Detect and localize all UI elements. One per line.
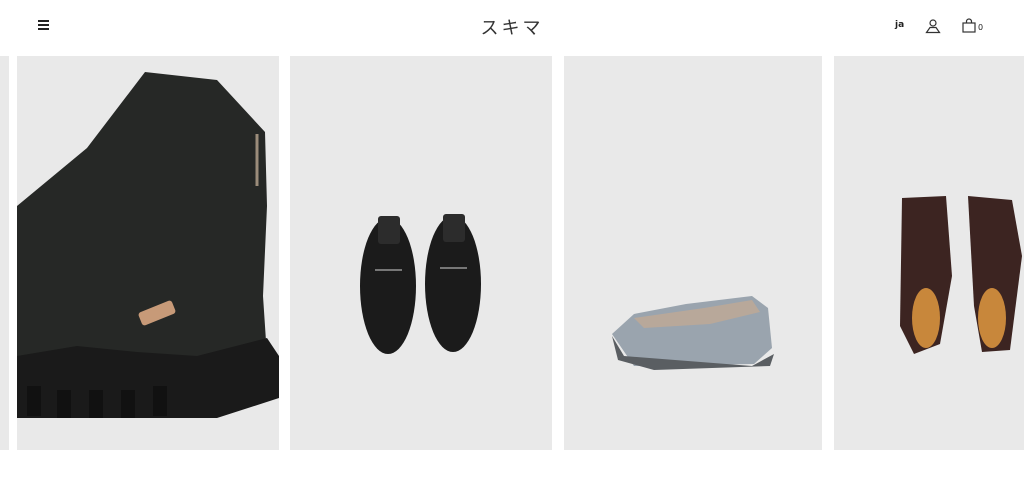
product-tile-boot[interactable] [17,56,279,450]
product-tile-sneaker[interactable] [564,56,822,450]
product-gallery [0,56,1024,450]
site-header: スキマ ja 0 [0,0,1024,56]
site-logo: スキマ [0,14,1024,40]
shopping-bag-icon[interactable] [961,18,977,38]
language-selector[interactable]: ja [895,20,904,30]
boot-image [17,72,279,418]
loafer-image [360,214,481,354]
sneaker-image [612,296,774,370]
user-icon[interactable] [925,18,941,38]
oxford-image [900,196,1022,354]
product-tile-loafer[interactable] [290,56,552,450]
product-tile-partial[interactable] [0,56,9,450]
cart-count: 0 [978,23,984,32]
logo-link[interactable]: スキマ [481,18,544,39]
product-tile-oxford[interactable] [834,56,1024,450]
